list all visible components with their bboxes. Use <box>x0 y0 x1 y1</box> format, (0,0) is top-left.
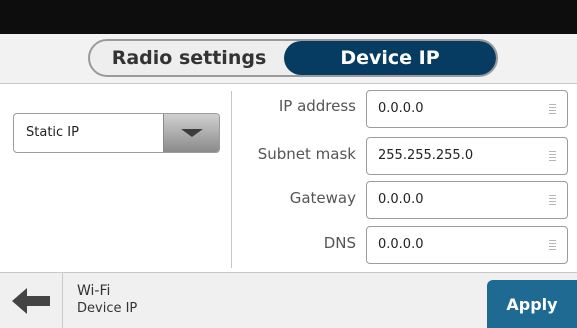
subnet-mask-label: Subnet mask <box>257 145 356 163</box>
ip-address-label: IP address <box>278 97 356 115</box>
tab-strip: Radio settings Device IP <box>0 34 577 84</box>
ip-mode-dropdown[interactable]: Static IP <box>13 113 220 153</box>
breadcrumb-parent: Wi-Fi <box>77 283 111 299</box>
dns-label: DNS <box>323 234 356 252</box>
back-button[interactable] <box>0 273 63 328</box>
settings-panel: Static IP IP address 0.0.0.0 Subnet mask… <box>0 85 577 272</box>
grip-icon <box>549 151 556 161</box>
breadcrumb: Wi-Fi Device IP <box>77 283 137 317</box>
grip-icon <box>549 195 556 205</box>
grip-icon <box>549 240 556 250</box>
gateway-value: 0.0.0.0 <box>378 192 424 207</box>
top-status-bar <box>0 0 577 34</box>
gateway-label: Gateway <box>289 189 356 207</box>
arrow-left-icon <box>12 287 50 314</box>
apply-button[interactable]: Apply <box>487 280 577 328</box>
dns-field[interactable]: 0.0.0.0 <box>366 226 568 264</box>
ip-address-field[interactable]: 0.0.0.0 <box>366 90 568 128</box>
tab-device-ip[interactable]: Device IP <box>284 41 496 75</box>
subnet-mask-field[interactable]: 255.255.255.0 <box>366 137 568 175</box>
tab-group: Radio settings Device IP <box>88 39 498 77</box>
tab-radio-settings[interactable]: Radio settings <box>96 41 282 75</box>
dns-value: 0.0.0.0 <box>378 237 424 252</box>
caret-down-icon <box>180 129 203 137</box>
subnet-mask-value: 255.255.255.0 <box>378 148 474 163</box>
grip-icon <box>549 104 556 114</box>
breadcrumb-current: Device IP <box>77 301 138 316</box>
ip-address-value: 0.0.0.0 <box>378 101 424 116</box>
ip-mode-value: Static IP <box>26 125 79 140</box>
bottom-bar: Wi-Fi Device IP Apply <box>0 272 577 328</box>
gateway-field[interactable]: 0.0.0.0 <box>366 181 568 219</box>
